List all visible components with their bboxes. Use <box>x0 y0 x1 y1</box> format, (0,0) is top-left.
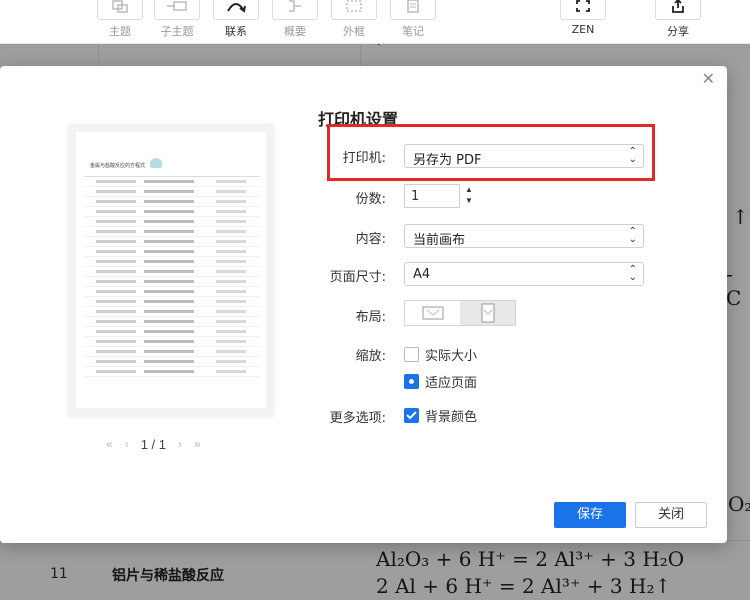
print-preview: 金属与盐酸反应的方程式 <box>68 124 274 416</box>
background-color-checkbox[interactable] <box>404 408 419 423</box>
next-page-icon[interactable]: › <box>178 437 182 451</box>
scale-label: 缩放: <box>355 349 386 364</box>
highlight-box <box>327 124 655 181</box>
toolbar-boundary-button[interactable]: 外框 <box>330 0 378 44</box>
subtopic-icon <box>154 0 200 20</box>
portrait-button[interactable] <box>460 301 515 325</box>
scale-fit-option[interactable]: 适应页面 <box>404 372 477 391</box>
toolbar-subtopic-button[interactable]: 子主题 <box>153 0 201 44</box>
scale-actual-checkbox[interactable] <box>404 347 419 362</box>
share-icon <box>655 0 701 20</box>
preview-title: 金属与盐酸反应的方程式 <box>90 163 146 169</box>
toolbar-topic-button[interactable]: 主题 <box>96 0 144 44</box>
select-chevron-icon: ⌃ ⌄ <box>628 264 637 283</box>
checkmark-icon <box>406 411 417 420</box>
copies-stepper[interactable]: ▲ ▼ <box>462 184 476 208</box>
more-options-label: 更多选项: <box>329 411 386 426</box>
summary-icon <box>272 0 318 20</box>
select-chevron-icon: ⌃ ⌄ <box>628 226 637 245</box>
prev-page-icon[interactable]: ‹ <box>125 437 129 451</box>
save-button[interactable]: 保存 <box>554 502 626 528</box>
layout-label: 布局: <box>355 310 386 325</box>
background-color-option[interactable]: 背景颜色 <box>404 406 477 425</box>
scale-actual-option[interactable]: 实际大小 <box>404 345 477 364</box>
relation-icon <box>213 0 259 20</box>
landscape-button[interactable] <box>405 301 460 325</box>
toolbar-zen-button[interactable]: ZEN <box>559 0 607 44</box>
toolbar-summary-button[interactable]: 概要 <box>271 0 319 44</box>
toolbar-share-button[interactable]: 分享 <box>654 0 702 44</box>
page-size-select[interactable]: A4 ⌃ ⌄ <box>404 262 644 286</box>
page-size-value: A4 <box>413 267 431 282</box>
copies-input[interactable]: 1 <box>404 184 460 208</box>
content-label: 内容: <box>355 232 386 247</box>
landscape-icon <box>422 306 443 320</box>
close-button[interactable]: 关闭 <box>635 502 707 528</box>
last-page-icon[interactable]: » <box>194 437 201 451</box>
copies-label: 份数: <box>355 192 386 207</box>
scale-fit-checkbox[interactable] <box>404 374 419 389</box>
content-value: 当前画布 <box>413 233 466 248</box>
top-toolbar: 主题 子主题 联系 概要 外框 笔记 ZEN 分享 <box>0 0 750 44</box>
fullscreen-icon <box>560 0 606 20</box>
toolbar-note-button[interactable]: 笔记 <box>389 0 437 44</box>
note-icon <box>390 0 436 20</box>
print-settings-dialog: ✕ 金属与盐酸反应的方程式 « ‹ 1 / 1 › » 打印机设置 打印机: 另… <box>0 66 727 543</box>
page-indicator: 1 / 1 <box>140 436 166 452</box>
preview-logo-icon <box>150 158 162 168</box>
portrait-icon <box>481 303 494 323</box>
page-size-label: 页面尺寸: <box>329 270 386 285</box>
boundary-icon <box>331 0 377 20</box>
preview-pager: « ‹ 1 / 1 › » <box>106 436 236 452</box>
first-page-icon[interactable]: « <box>106 437 113 451</box>
toolbar-relation-button[interactable]: 联系 <box>212 0 260 44</box>
layout-toggle <box>404 300 516 326</box>
topic-icon <box>97 0 143 20</box>
close-icon[interactable]: ✕ <box>702 72 715 88</box>
preview-table <box>84 176 260 382</box>
preview-page: 金属与盐酸反应的方程式 <box>76 132 266 408</box>
content-select[interactable]: 当前画布 ⌃ ⌄ <box>404 224 644 248</box>
